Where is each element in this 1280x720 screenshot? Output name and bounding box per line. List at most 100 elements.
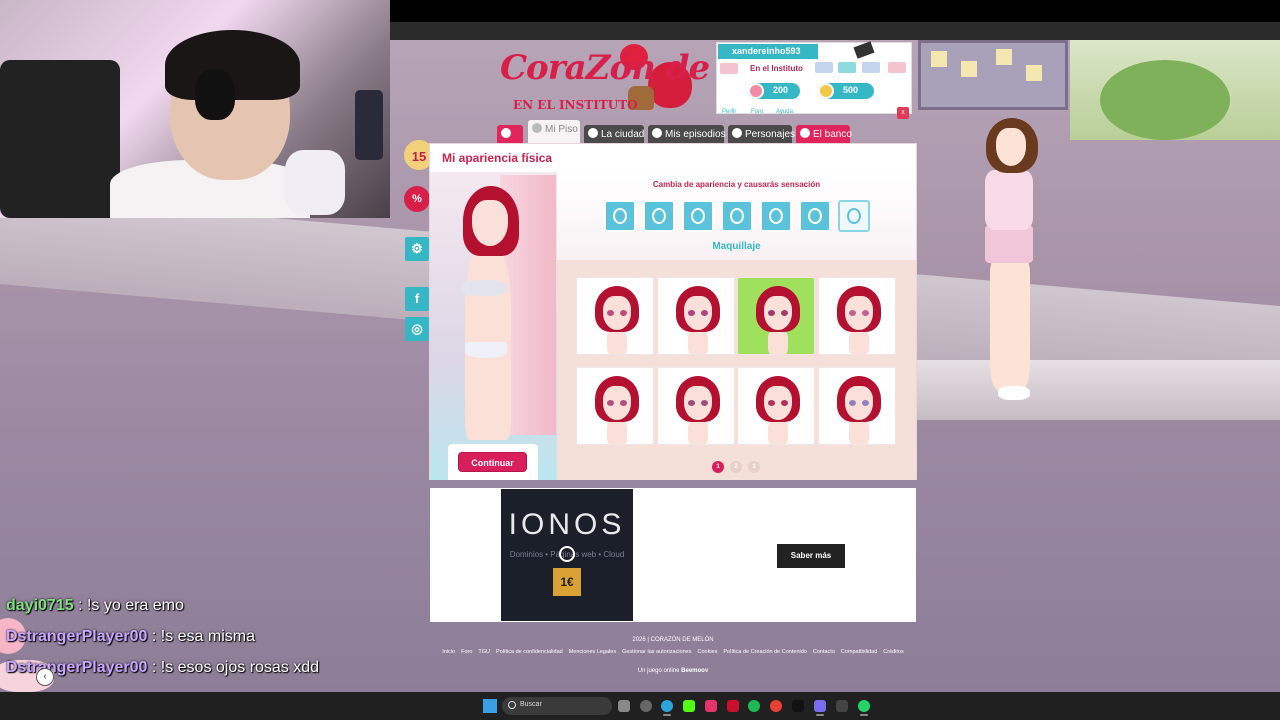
ad-price: 1€ bbox=[553, 568, 581, 596]
tab-label: Mis episodios bbox=[665, 129, 726, 140]
gift-icon[interactable] bbox=[815, 62, 833, 73]
cup bbox=[285, 150, 345, 215]
forum-link[interactable]: Foro bbox=[751, 109, 763, 115]
makeup-option[interactable] bbox=[656, 367, 735, 445]
bottle bbox=[355, 90, 383, 160]
page-dot[interactable]: 2 bbox=[730, 461, 742, 473]
username[interactable]: xandereinho593 bbox=[718, 44, 818, 59]
replay-icon[interactable] bbox=[559, 546, 575, 562]
makeup-option[interactable] bbox=[737, 277, 815, 355]
option-neck bbox=[768, 330, 788, 354]
home-tab[interactable] bbox=[497, 125, 523, 144]
footer-company[interactable]: Beemoov bbox=[681, 668, 708, 674]
tab-mi-piso[interactable]: Mi Piso bbox=[528, 120, 580, 144]
category-button[interactable] bbox=[643, 200, 675, 232]
makeup-option[interactable] bbox=[817, 367, 896, 445]
tab-el-banco[interactable]: El banco bbox=[796, 125, 852, 144]
chat-text: : !s esos ojos rosas xdd bbox=[151, 659, 320, 676]
category-button[interactable] bbox=[799, 200, 831, 232]
category-button[interactable] bbox=[838, 200, 870, 232]
page-dot[interactable]: 1 bbox=[712, 461, 724, 473]
profile-link[interactable]: Perfil bbox=[722, 109, 736, 115]
continue-button[interactable]: Continuar bbox=[458, 452, 527, 472]
footer-link[interactable]: Inicio bbox=[442, 649, 455, 655]
location-pin-icon bbox=[588, 128, 598, 138]
makeup-option[interactable] bbox=[737, 367, 815, 445]
category-button[interactable] bbox=[760, 200, 792, 232]
player-character-shoes bbox=[998, 386, 1030, 400]
tab-personajes[interactable]: Personajes bbox=[728, 125, 796, 144]
footer-credit: Un juego online Beemoov bbox=[430, 668, 916, 674]
close-button[interactable]: x bbox=[897, 107, 909, 119]
tiktok-studio-icon[interactable] bbox=[705, 700, 717, 712]
footer-link[interactable]: Compatibilidad bbox=[841, 649, 877, 655]
footer-link[interactable]: Política de Creación de Contenido bbox=[723, 649, 806, 655]
footer-link[interactable]: Foro bbox=[461, 649, 472, 655]
category-button[interactable] bbox=[682, 200, 714, 232]
taskbar-search[interactable]: Buscar bbox=[502, 697, 612, 715]
tab-mis-episodios[interactable]: Mis episodios bbox=[648, 125, 726, 144]
footer-link[interactable]: Gestionar las autorizaciones bbox=[622, 649, 691, 655]
modal-title: Mi apariencia física bbox=[442, 151, 553, 165]
option-eye bbox=[620, 400, 627, 406]
windows-start-icon[interactable] bbox=[483, 699, 497, 713]
option-neck bbox=[607, 420, 627, 444]
screen: CoraZón de melón EN EL INSTITUTO xandere… bbox=[0, 0, 1280, 720]
settings-button[interactable]: ⚙ bbox=[405, 237, 429, 261]
app-icon[interactable] bbox=[727, 700, 739, 712]
mail-icon[interactable] bbox=[838, 62, 856, 73]
gaming-chair bbox=[0, 60, 120, 218]
tab-la-ciudad[interactable]: La ciudad bbox=[584, 125, 644, 144]
location-icon bbox=[720, 63, 738, 74]
ad-brand: IONOS bbox=[508, 508, 626, 541]
facebook-button[interactable]: f bbox=[405, 287, 429, 311]
option-eye bbox=[861, 400, 869, 406]
friends-icon[interactable] bbox=[862, 62, 880, 73]
tab-label: Personajes bbox=[745, 129, 796, 140]
makeup-option[interactable] bbox=[576, 367, 654, 445]
discount-badge[interactable]: % bbox=[404, 186, 430, 212]
footer-link[interactable]: Política de confidencialidad bbox=[496, 649, 563, 655]
settings-icon[interactable] bbox=[640, 700, 652, 712]
makeup-option[interactable] bbox=[656, 277, 735, 355]
notifications-icon[interactable] bbox=[888, 62, 906, 73]
tab-label: Mi Piso bbox=[545, 124, 578, 135]
browser-top-bar bbox=[390, 0, 1280, 22]
whatsapp-icon[interactable] bbox=[858, 700, 870, 712]
chat-text: : !s esa misma bbox=[151, 628, 256, 645]
option-neck bbox=[607, 330, 627, 354]
spotify-icon[interactable] bbox=[748, 700, 760, 712]
chat-username[interactable]: DstrangerPlayer00 bbox=[6, 659, 147, 676]
footer-link[interactable]: Cookies bbox=[698, 649, 718, 655]
discord-icon[interactable] bbox=[814, 700, 826, 712]
edge-icon[interactable] bbox=[661, 700, 673, 712]
option-neck bbox=[687, 420, 708, 444]
task-view-icon[interactable] bbox=[618, 700, 630, 712]
hair-icon bbox=[613, 208, 627, 224]
chrome-icon[interactable] bbox=[770, 700, 782, 712]
option-neck bbox=[848, 330, 869, 354]
footer-link[interactable]: Créditos bbox=[883, 649, 903, 655]
category-button[interactable] bbox=[721, 200, 753, 232]
instagram-button[interactable]: ◎ bbox=[405, 317, 429, 341]
footer-link[interactable]: TGU bbox=[478, 649, 490, 655]
ad-learn-more-button[interactable]: Saber más bbox=[777, 544, 845, 568]
footer-link[interactable]: Contacto bbox=[813, 649, 835, 655]
house-icon bbox=[532, 123, 542, 133]
tiktok-icon[interactable] bbox=[792, 700, 804, 712]
footer-link[interactable]: Menciones Legales bbox=[569, 649, 616, 655]
category-button[interactable] bbox=[604, 200, 636, 232]
webcam-overlay bbox=[0, 0, 390, 218]
kick-icon[interactable] bbox=[683, 700, 695, 712]
footer-copyright: 2026 | CORAZÓN DE MELÓN bbox=[632, 637, 714, 643]
chat-username[interactable]: dayi0715 bbox=[6, 597, 74, 614]
page-dot[interactable]: 3 bbox=[748, 461, 760, 473]
chat-username[interactable]: DstrangerPlayer00 bbox=[6, 628, 147, 645]
app-icon[interactable] bbox=[836, 700, 848, 712]
makeup-option[interactable] bbox=[817, 277, 896, 355]
help-link[interactable]: Ayuda bbox=[776, 109, 793, 115]
makeup-option[interactable] bbox=[576, 277, 654, 355]
option-eye bbox=[848, 310, 856, 316]
game-logo-subtitle: EN EL INSTITUTO bbox=[513, 98, 638, 112]
chat-back-icon[interactable]: ‹ bbox=[36, 668, 54, 686]
